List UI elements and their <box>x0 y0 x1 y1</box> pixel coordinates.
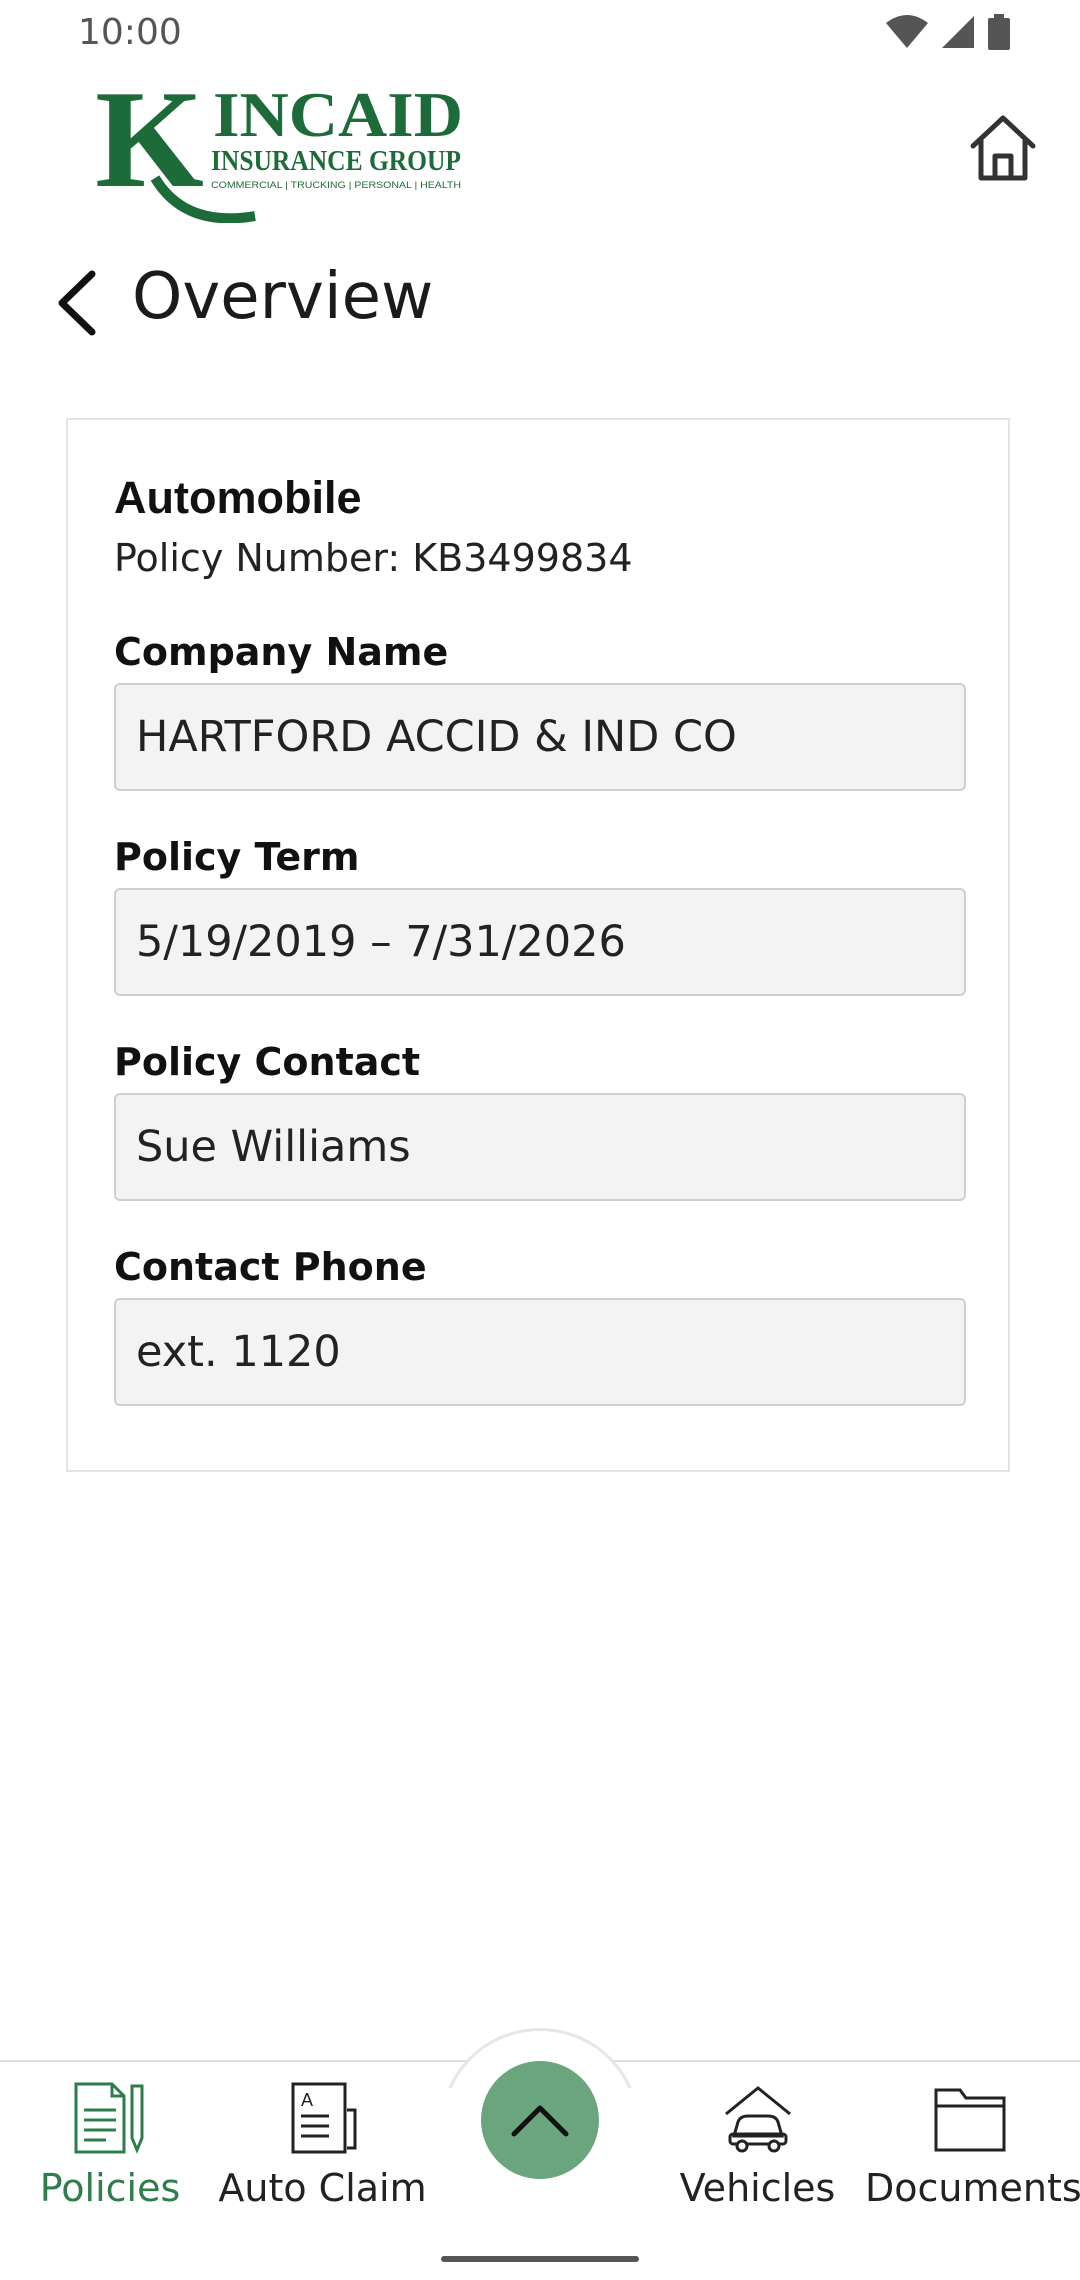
app-header: K INCAID INSURANCE GROUP COMMERCIAL | TR… <box>0 70 1080 230</box>
back-button[interactable] <box>52 268 102 338</box>
policy-number-value: KB3499834 <box>412 536 633 580</box>
battery-icon <box>988 14 1010 50</box>
contact-phone-label: Contact Phone <box>114 1245 427 1289</box>
chevron-up-icon <box>511 2105 569 2137</box>
policy-term-label: Policy Term <box>114 835 360 879</box>
svg-text:K: K <box>95 78 204 217</box>
auto-claim-icon: A <box>291 2082 356 2154</box>
svg-text:COMMERCIAL | TRUCKING | PERSON: COMMERCIAL | TRUCKING | PERSONAL | HEALT… <box>211 180 461 190</box>
status-bar: 10:00 <box>0 0 1080 70</box>
contact-phone-field[interactable]: ext. 1120 <box>114 1298 966 1406</box>
wifi-icon <box>886 15 928 48</box>
svg-text:A: A <box>301 2090 313 2110</box>
home-button[interactable] <box>965 110 1041 186</box>
home-indicator[interactable] <box>441 2256 639 2262</box>
nav-item-auto-claim[interactable]: A Auto Claim <box>215 2080 430 2230</box>
status-time: 10:00 <box>78 12 182 53</box>
expand-menu-button[interactable] <box>481 2061 599 2179</box>
company-name-field[interactable]: HARTFORD ACCID & IND CO <box>114 683 966 791</box>
policies-icon <box>74 2082 144 2154</box>
policy-card: Automobile Policy Number: KB3499834 Comp… <box>66 418 1010 1472</box>
kincaid-logo: K INCAID INSURANCE GROUP COMMERCIAL | TR… <box>95 78 463 223</box>
home-icon <box>970 115 1036 181</box>
nav-item-documents[interactable]: Documents <box>865 2080 1080 2230</box>
title-row: Overview <box>0 250 1080 350</box>
svg-text:INCAID: INCAID <box>213 79 463 150</box>
signal-icon <box>942 16 974 48</box>
vehicles-icon <box>724 2086 791 2153</box>
policy-contact-label: Policy Contact <box>114 1040 421 1084</box>
svg-text:INSURANCE GROUP: INSURANCE GROUP <box>211 146 461 177</box>
nav-item-policies[interactable]: Policies <box>20 2080 200 2230</box>
status-icons <box>886 14 1010 50</box>
nav-label-policies: Policies <box>39 2166 181 2210</box>
policy-number-label: Policy Number: <box>114 536 401 580</box>
policy-term-field[interactable]: 5/19/2019 – 7/31/2026 <box>114 888 966 996</box>
company-name-label: Company Name <box>114 630 449 674</box>
policy-type: Automobile <box>114 472 362 523</box>
documents-icon <box>934 2088 1006 2152</box>
nav-label-vehicles: Vehicles <box>679 2166 836 2210</box>
nav-label-auto-claim: Auto Claim <box>218 2166 427 2210</box>
page-title: Overview <box>132 260 434 334</box>
nav-label-documents: Documents <box>865 2166 1080 2210</box>
policy-number: Policy Number: KB3499834 <box>114 536 633 580</box>
nav-item-vehicles[interactable]: Vehicles <box>670 2080 845 2230</box>
policy-contact-field[interactable]: Sue Williams <box>114 1093 966 1201</box>
back-chevron-icon <box>58 270 96 336</box>
